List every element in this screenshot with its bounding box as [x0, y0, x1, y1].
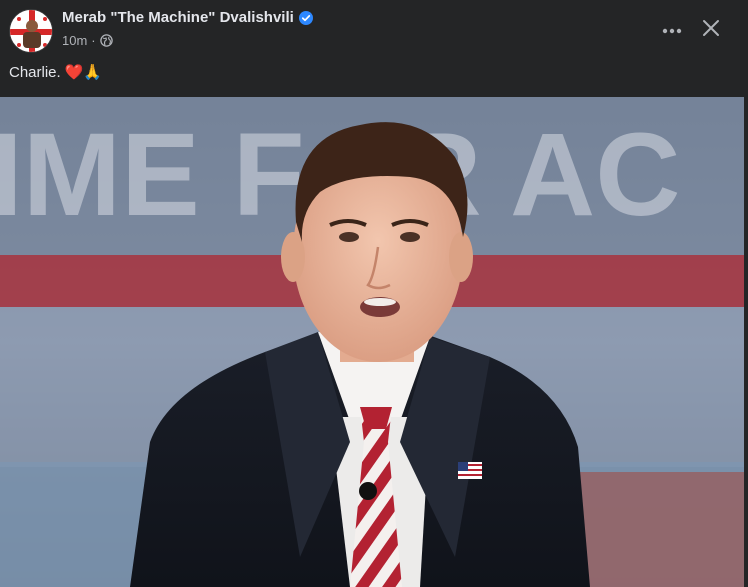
author-name[interactable]: Merab "The Machine" Dvalishvili — [62, 9, 294, 26]
meta-separator: · — [91, 33, 96, 48]
post-header: Merab "The Machine" Dvalishvili 10m · — [0, 0, 748, 60]
globe-icon[interactable] — [99, 34, 113, 47]
author-name-row: Merab "The Machine" Dvalishvili — [62, 9, 313, 26]
post-photo[interactable]: IME FOR AC — [0, 97, 744, 587]
close-icon — [702, 19, 720, 42]
verified-badge-icon — [298, 10, 313, 25]
caption-text: Charlie. — [9, 63, 61, 81]
post-timestamp[interactable]: 10m — [62, 33, 87, 48]
caption-emoji: ❤️🙏 — [64, 63, 103, 81]
more-options-button[interactable] — [656, 14, 688, 46]
more-options-icon — [662, 21, 682, 39]
post-meta: 10m · — [62, 33, 113, 48]
post-modal: Merab "The Machine" Dvalishvili 10m · Ch… — [0, 0, 748, 587]
lapel-microphone — [359, 482, 377, 500]
author-avatar[interactable] — [9, 9, 53, 53]
post-caption: Charlie. ❤️🙏 — [9, 63, 102, 81]
close-button[interactable] — [695, 14, 727, 46]
